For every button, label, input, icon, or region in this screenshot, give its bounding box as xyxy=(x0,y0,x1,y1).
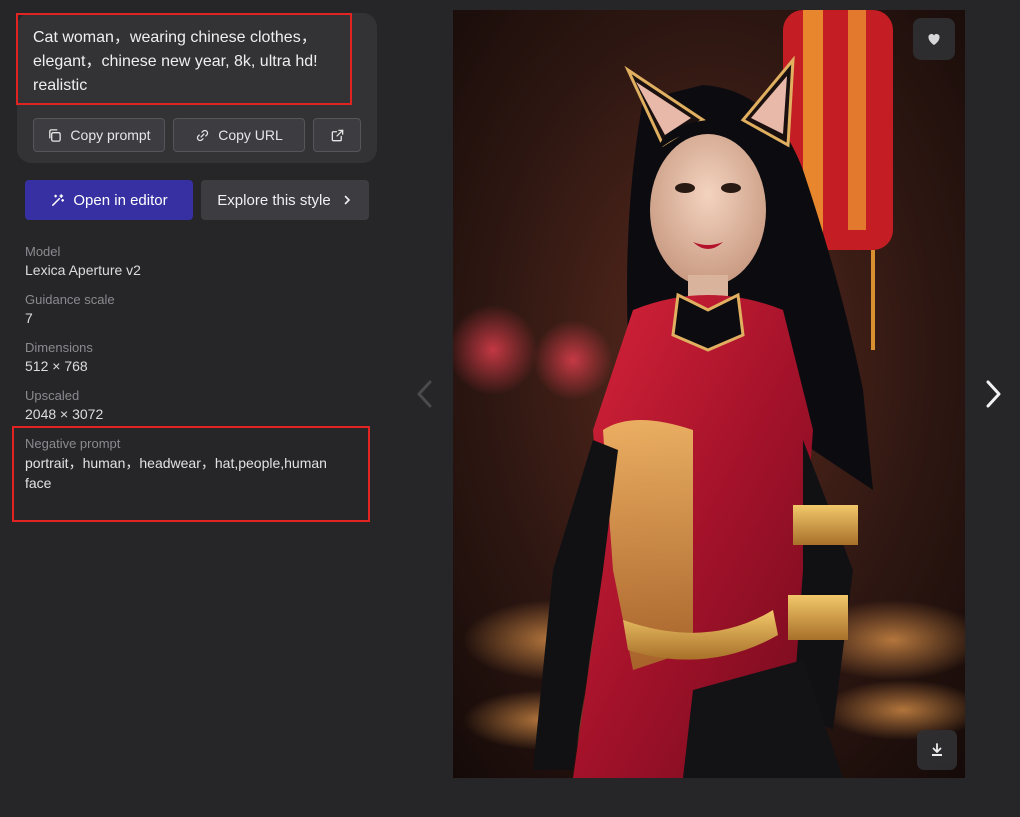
explore-style-label: Explore this style xyxy=(217,191,331,209)
copy-icon xyxy=(49,128,62,142)
generated-image-art xyxy=(453,10,965,778)
guidance-value: 7 xyxy=(25,310,33,326)
dimensions-label: Dimensions xyxy=(25,340,93,355)
download-button[interactable] xyxy=(917,730,957,770)
download-icon xyxy=(932,743,942,756)
chevron-right-icon xyxy=(344,195,350,205)
upscaled-label: Upscaled xyxy=(25,388,80,403)
favorite-button[interactable] xyxy=(913,18,955,60)
open-in-editor-button[interactable]: Open in editor xyxy=(25,180,193,220)
copy-url-label: Copy URL xyxy=(218,127,283,143)
external-link-icon xyxy=(331,129,343,141)
next-image-button[interactable] xyxy=(980,376,1006,412)
negative-prompt-text: portrait，human，headwear，hat,people,human… xyxy=(25,455,327,491)
explore-style-button[interactable]: Explore this style xyxy=(201,180,369,220)
negative-prompt-label: Negative prompt xyxy=(25,436,121,451)
prompt-text: Cat woman，wearing chinese clothes，elegan… xyxy=(33,29,318,94)
copy-prompt-label: Copy prompt xyxy=(70,127,151,143)
generated-image[interactable] xyxy=(453,10,965,778)
open-external-button[interactable] xyxy=(313,118,361,152)
upscaled-value: 2048 × 3072 xyxy=(25,406,104,422)
guidance-label: Guidance scale xyxy=(25,292,115,307)
prev-image-button[interactable] xyxy=(412,376,438,412)
chevron-left-icon xyxy=(417,380,432,408)
dimensions-value: 512 × 768 xyxy=(25,358,88,374)
magic-wand-icon xyxy=(52,193,65,206)
copy-prompt-button[interactable]: Copy prompt xyxy=(33,118,165,152)
model-label: Model xyxy=(25,244,61,259)
link-icon xyxy=(197,129,209,141)
heart-icon xyxy=(928,33,940,45)
copy-url-button[interactable]: Copy URL xyxy=(173,118,305,152)
chevron-right-icon xyxy=(986,380,1001,408)
model-value: Lexica Aperture v2 xyxy=(25,262,141,278)
open-in-editor-label: Open in editor xyxy=(73,191,168,209)
